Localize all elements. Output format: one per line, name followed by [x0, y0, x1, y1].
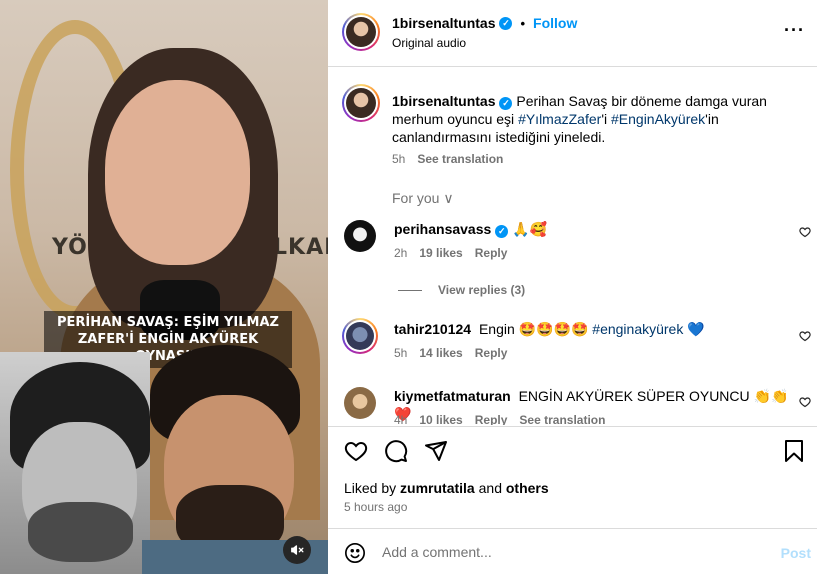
- post-side-panel: 1birsenaltuntas ✓ • Follow Original audi…: [328, 0, 817, 574]
- comment-sort-dropdown[interactable]: For you ∨: [392, 190, 454, 207]
- hashtag-link[interactable]: #YılmazZafer: [518, 111, 601, 127]
- post-comment-button[interactable]: Post: [781, 545, 811, 561]
- verified-icon: ✓: [495, 224, 509, 238]
- comment-body: 🙏🥰: [512, 221, 548, 237]
- comment-text: tahir210124 Engin 🤩🤩🤩🤩 #enginakyürek 💙: [394, 320, 794, 338]
- commenter-username[interactable]: tahir210124: [394, 321, 471, 337]
- commenter-avatar[interactable]: [344, 387, 376, 419]
- woman-face: [105, 80, 250, 265]
- view-replies-button[interactable]: View replies (3): [398, 283, 525, 297]
- hashtag-link[interactable]: #enginakyürek: [592, 321, 683, 337]
- post-header: 1birsenaltuntas ✓ • Follow Original audi…: [328, 0, 817, 67]
- author-avatar[interactable]: [342, 13, 380, 51]
- separator-dot: •: [520, 15, 526, 31]
- mute-icon: [291, 545, 304, 555]
- see-translation-link[interactable]: See translation: [519, 413, 605, 425]
- verified-icon: ✓: [499, 16, 513, 30]
- commenter-avatar[interactable]: [344, 220, 376, 252]
- likes-summary: Liked by zumrutatila and others: [344, 480, 549, 496]
- bookmark-icon[interactable]: [783, 439, 805, 463]
- comment-body: Engin 🤩🤩🤩🤩: [478, 321, 589, 337]
- post-media[interactable]: YÖ ALKAN PERİHAN SAVAŞ: EŞİM YILMAZ ZAFE…: [0, 0, 328, 574]
- heart-icon[interactable]: [799, 396, 811, 408]
- replies-divider-line: [398, 289, 422, 291]
- comment-likes[interactable]: 10 likes: [419, 413, 462, 425]
- comment-meta: 4h 10 likes Reply See translation: [394, 413, 605, 425]
- bw-portrait-photo: [0, 352, 150, 574]
- caption-username[interactable]: 1birsenaltuntas: [392, 93, 495, 109]
- comment-time: 4h: [394, 413, 408, 425]
- caption-text: 1birsenaltuntas ✓ Perihan Savaş bir dönem…: [392, 92, 812, 146]
- reply-button[interactable]: Reply: [475, 413, 508, 425]
- comment-time: 5h: [394, 346, 408, 360]
- action-bar: [328, 426, 817, 476]
- verified-icon: ✓: [499, 96, 513, 110]
- more-icon[interactable]: ···: [784, 20, 805, 41]
- author-line: 1birsenaltuntas ✓ • Follow: [392, 15, 577, 31]
- bw-portrait-beard: [28, 502, 133, 562]
- emoji-icon[interactable]: [344, 542, 366, 564]
- view-replies-label: View replies (3): [438, 283, 526, 297]
- commenter-username[interactable]: perihansavass: [394, 221, 491, 237]
- hashtag-link[interactable]: #EnginAkyürek: [611, 111, 705, 127]
- liked-by-user[interactable]: zumrutatila: [400, 480, 475, 496]
- caption-author-avatar[interactable]: [342, 84, 380, 122]
- see-translation-link[interactable]: See translation: [417, 152, 503, 166]
- commenter-avatar[interactable]: [342, 318, 378, 354]
- share-icon[interactable]: [424, 439, 448, 463]
- reply-button[interactable]: Reply: [475, 246, 508, 260]
- caption-meta: 5h See translation: [392, 152, 503, 166]
- audio-label[interactable]: Original audio: [392, 36, 466, 50]
- comment-likes[interactable]: 19 likes: [419, 246, 462, 260]
- comment-meta: 2h 19 likes Reply: [394, 246, 507, 260]
- heart-icon[interactable]: [799, 226, 811, 238]
- comment-icon[interactable]: [384, 439, 408, 463]
- liked-by-others[interactable]: others: [506, 480, 549, 496]
- caption-body-b: 'i: [601, 111, 608, 127]
- likes-prefix: Liked by: [344, 480, 397, 496]
- comment-trail-emoji: 💙: [687, 321, 705, 337]
- add-comment-input[interactable]: [382, 541, 752, 563]
- comment-meta: 5h 14 likes Reply: [394, 346, 507, 360]
- comment-item: kiymetfatmaturan ENGİN AKYÜREK SÜPER OYU…: [342, 387, 817, 425]
- caption-time: 5h: [392, 152, 406, 166]
- heart-icon[interactable]: [344, 439, 368, 463]
- comment-likes[interactable]: 14 likes: [419, 346, 462, 360]
- post-timestamp[interactable]: 5 hours ago: [344, 500, 407, 514]
- commenter-username[interactable]: kiymetfatmaturan: [394, 388, 511, 404]
- comment-text: perihansavass ✓ 🙏🥰: [394, 220, 794, 238]
- heart-icon[interactable]: [799, 330, 811, 342]
- backdrop-text-left: YÖ: [52, 235, 88, 260]
- author-username[interactable]: 1birsenaltuntas: [392, 15, 495, 31]
- mute-button[interactable]: [283, 536, 311, 564]
- add-comment-bar: Post: [328, 528, 817, 574]
- likes-and: and: [478, 480, 502, 496]
- comment-time: 2h: [394, 246, 408, 260]
- follow-button[interactable]: Follow: [533, 15, 577, 31]
- reply-button[interactable]: Reply: [475, 346, 508, 360]
